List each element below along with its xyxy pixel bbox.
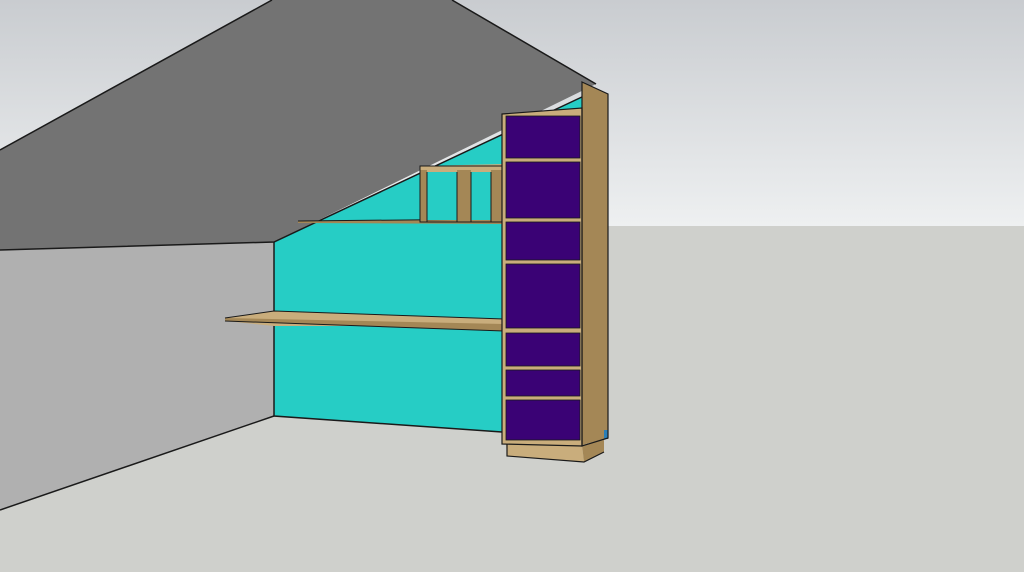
cabinet-door-panel[interactable] bbox=[505, 332, 581, 367]
scene-canvas[interactable] bbox=[0, 0, 1024, 572]
cabinet-door-panel[interactable] bbox=[505, 369, 581, 397]
tall-cabinet[interactable] bbox=[501, 81, 609, 463]
3d-viewport[interactable] bbox=[0, 0, 1024, 572]
cabinet-door-panel[interactable] bbox=[505, 161, 581, 219]
cabinet-door-panel[interactable] bbox=[505, 221, 581, 261]
cabinet-doors bbox=[505, 115, 581, 441]
cabinet-door-panel[interactable] bbox=[505, 263, 581, 329]
cabinet-door-panel[interactable] bbox=[505, 399, 581, 441]
small-bookcase[interactable] bbox=[419, 164, 505, 223]
cabinet-door-panel[interactable] bbox=[505, 115, 581, 159]
